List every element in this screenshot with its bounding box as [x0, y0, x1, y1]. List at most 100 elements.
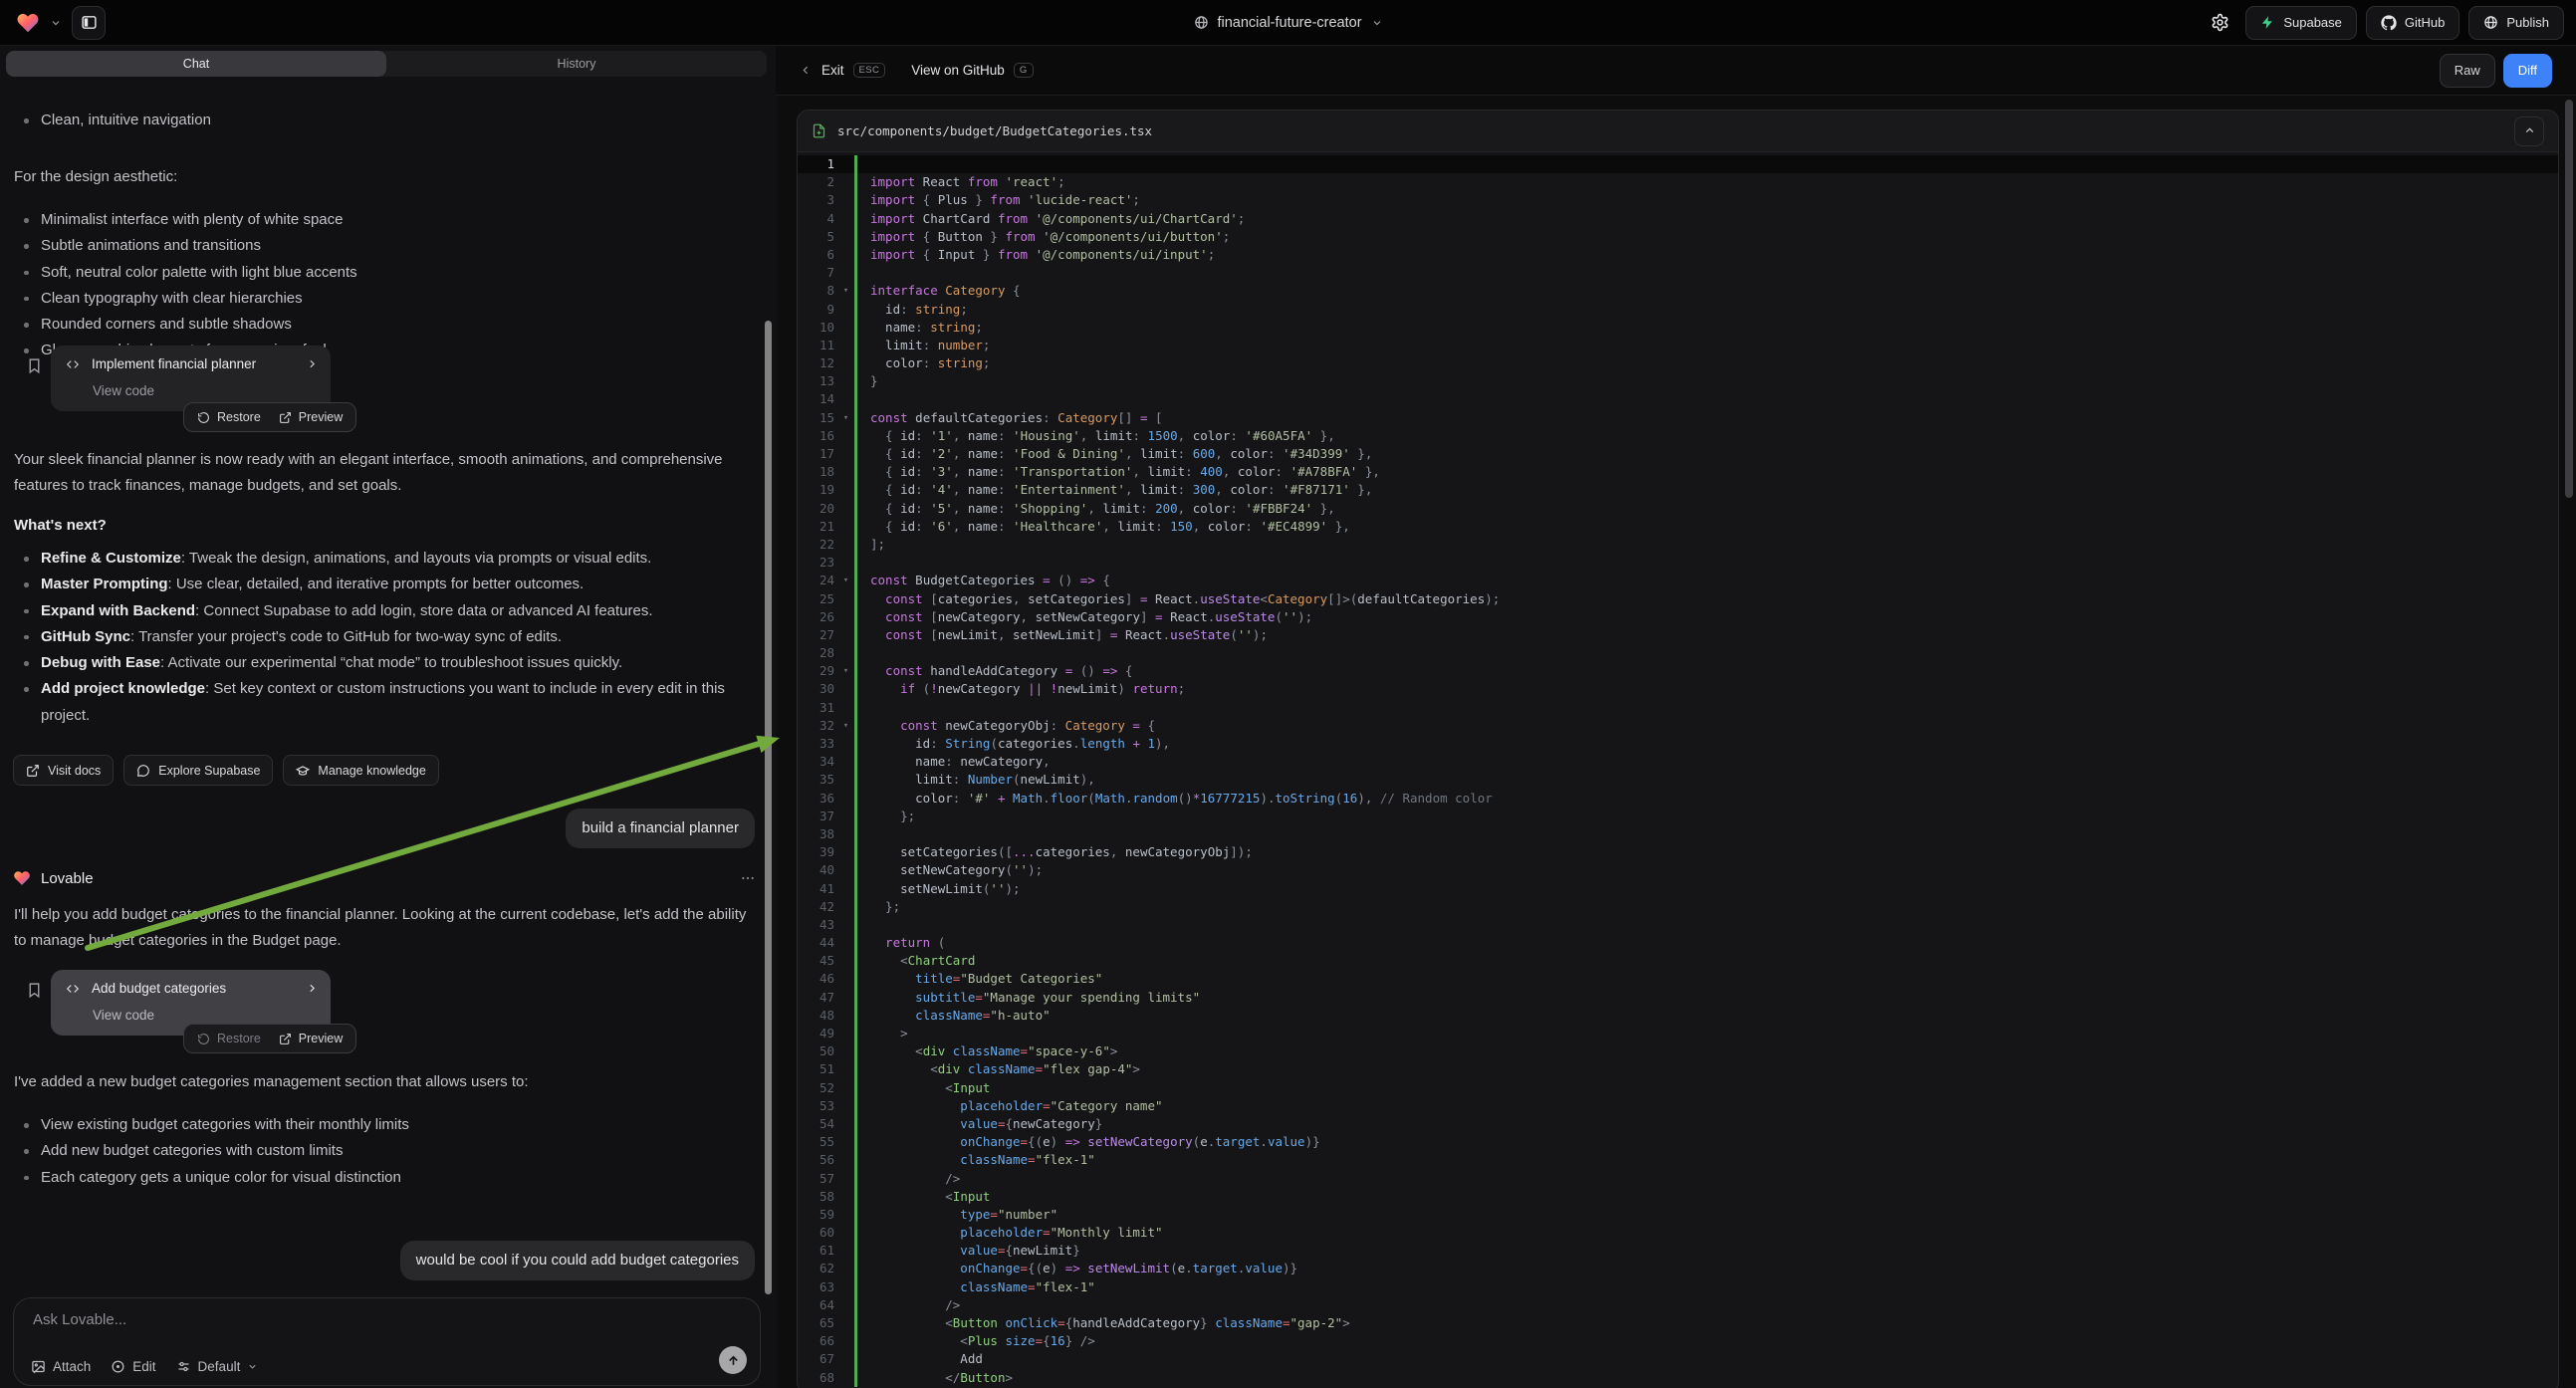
code-text: type="number": [854, 1206, 2558, 1224]
fold-gutter: [837, 608, 854, 626]
external-link-icon: [279, 411, 292, 424]
exit-button[interactable]: Exit esc: [800, 63, 885, 79]
line-number: 65: [798, 1314, 837, 1332]
fold-gutter: [837, 790, 854, 808]
code-text: onChange={(e) => setNewCategory(e.target…: [854, 1133, 2558, 1151]
line-number: 58: [798, 1188, 837, 1206]
code-line: 3import { Plus } from 'lucide-react';: [798, 191, 2558, 209]
send-button[interactable]: [719, 1346, 747, 1374]
publish-label: Publish: [2506, 15, 2549, 30]
fold-gutter: [837, 354, 854, 372]
settings-button[interactable]: [2203, 6, 2236, 40]
message-menu-button[interactable]: [740, 870, 756, 886]
project-title: financial-future-creator: [1217, 15, 1361, 31]
code-line: 48 className="h-auto": [798, 1007, 2558, 1025]
supabase-button[interactable]: Supabase: [2245, 6, 2357, 40]
code-text: [854, 644, 2558, 662]
restore-label: Restore: [217, 1032, 261, 1045]
code-text: [854, 916, 2558, 934]
fold-gutter: [837, 173, 854, 191]
code-text: <div className="flex gap-4">: [854, 1060, 2558, 1078]
preview-button[interactable]: Preview: [279, 1032, 343, 1045]
tab-history[interactable]: History: [386, 51, 767, 77]
fold-chevron-icon[interactable]: ▾: [837, 717, 854, 735]
publish-button[interactable]: Publish: [2468, 6, 2564, 40]
code-text: />: [854, 1296, 2558, 1314]
code-text: const BudgetCategories = () => {: [854, 572, 2558, 589]
line-number: 30: [798, 680, 837, 698]
bookmark-icon[interactable]: [26, 357, 43, 374]
code-line: 2import React from 'react';: [798, 173, 2558, 191]
file-header[interactable]: src/components/budget/BudgetCategories.t…: [798, 111, 2558, 152]
preview-button[interactable]: Preview: [279, 410, 343, 424]
fold-chevron-icon[interactable]: ▾: [837, 662, 854, 680]
assistant-name: Lovable: [41, 870, 94, 887]
line-number: 31: [798, 699, 837, 717]
fold-gutter: [837, 1133, 854, 1151]
manage-knowledge-button[interactable]: Manage knowledge: [283, 755, 438, 786]
collapse-file-button[interactable]: [2514, 116, 2544, 146]
diff-toggle-button[interactable]: Diff: [2503, 54, 2552, 88]
restore-button[interactable]: Restore: [197, 410, 261, 424]
view-on-github-button[interactable]: View on GitHub G: [911, 63, 1033, 79]
code-text: setCategories([...categories, newCategor…: [854, 843, 2558, 861]
model-selector[interactable]: Default: [176, 1359, 259, 1374]
restore-button[interactable]: Restore: [197, 1032, 261, 1045]
visit-docs-button[interactable]: Visit docs: [13, 755, 114, 786]
raw-toggle-button[interactable]: Raw: [2440, 54, 2495, 88]
code-line: 57 />: [798, 1170, 2558, 1188]
view-code-link[interactable]: View code: [93, 383, 154, 398]
code-scrollbar[interactable]: [2565, 100, 2573, 498]
code-text: import React from 'react';: [854, 173, 2558, 191]
attach-button[interactable]: Attach: [31, 1359, 91, 1374]
code-text: [854, 155, 2558, 173]
list-item: Refine & Customize: Tweak the design, an…: [14, 546, 752, 572]
fold-gutter: [837, 246, 854, 264]
chat-scrollbar[interactable]: [765, 321, 772, 1294]
code-line: 35 limit: Number(newLimit),: [798, 771, 2558, 789]
fold-gutter: [837, 264, 854, 282]
view-code-link[interactable]: View code: [93, 1008, 154, 1023]
line-number: 66: [798, 1332, 837, 1350]
github-button[interactable]: GitHub: [2366, 6, 2459, 40]
code-line: 1: [798, 155, 2558, 173]
fold-chevron-icon[interactable]: ▾: [837, 409, 854, 427]
code-text: [854, 390, 2558, 408]
list-item: Subtle animations and transitions: [14, 233, 752, 259]
code-line: 38: [798, 825, 2558, 843]
preview-label: Preview: [299, 1032, 343, 1045]
lovable-heart-logo[interactable]: [16, 11, 40, 35]
project-switcher[interactable]: financial-future-creator: [1193, 15, 1382, 31]
code-header: Exit esc View on GitHub G Raw Diff: [776, 46, 2576, 96]
line-number: 34: [798, 753, 837, 771]
fold-chevron-icon[interactable]: ▾: [837, 282, 854, 300]
code-line: 19 { id: '4', name: 'Entertainment', lim…: [798, 481, 2558, 499]
code-text: <Input: [854, 1188, 2558, 1206]
chevron-down-icon[interactable]: [50, 17, 62, 29]
code-line: 51 <div className="flex gap-4">: [798, 1060, 2558, 1078]
list-item: Each category gets a unique color for vi…: [14, 1165, 752, 1191]
supabase-label: Supabase: [2283, 15, 2342, 30]
code-line: 6import { Input } from '@/components/ui/…: [798, 246, 2558, 264]
code-line: 56 className="flex-1": [798, 1151, 2558, 1169]
code-line: 20 { id: '5', name: 'Shopping', limit: 2…: [798, 500, 2558, 518]
code-line: 24▾const BudgetCategories = () => {: [798, 572, 2558, 589]
toggle-sidebar-button[interactable]: [72, 6, 106, 40]
chat-panel: Chat History Clean, intuitive navigation…: [0, 46, 776, 1388]
fold-chevron-icon[interactable]: ▾: [837, 572, 854, 589]
code-text: { id: '3', name: 'Transportation', limit…: [854, 463, 2558, 481]
tab-chat[interactable]: Chat: [6, 51, 386, 77]
fold-gutter: [837, 1224, 854, 1242]
restore-icon: [197, 411, 210, 424]
globe-icon: [1193, 15, 1208, 30]
explore-supabase-button[interactable]: Explore Supabase: [123, 755, 273, 786]
code-lines[interactable]: 12import React from 'react';3import { Pl…: [798, 152, 2558, 1387]
chat-input[interactable]: [33, 1311, 700, 1328]
fold-gutter: [837, 626, 854, 644]
edit-mode-button[interactable]: Edit: [111, 1359, 155, 1374]
fold-gutter: [837, 463, 854, 481]
code-line: 9 id: string;: [798, 301, 2558, 319]
bookmark-icon[interactable]: [26, 982, 43, 999]
line-number: 3: [798, 191, 837, 209]
circle-dot-icon: [111, 1359, 125, 1374]
